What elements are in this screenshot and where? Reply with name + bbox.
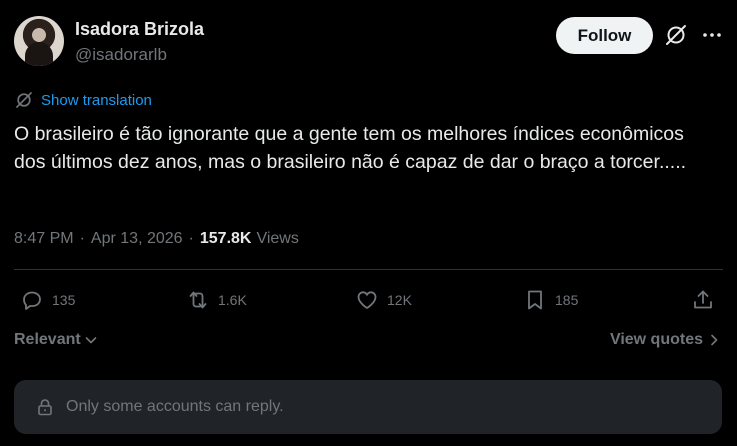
action-bar: 135 1.6K 12K 185 — [14, 286, 719, 314]
show-translation-link[interactable]: Show translation — [14, 89, 152, 111]
reply-restriction-notice: Only some accounts can reply. — [14, 380, 722, 434]
share-button[interactable] — [691, 286, 723, 314]
repost-button[interactable]: 1.6K — [186, 286, 247, 314]
follow-button[interactable]: Follow — [556, 17, 653, 54]
bookmark-button[interactable]: 185 — [523, 286, 578, 314]
avatar[interactable] — [14, 16, 64, 66]
tweet-text: O brasileiro é tão ignorante que a gente… — [14, 123, 687, 173]
chevron-right-icon — [711, 334, 718, 346]
views-count: 157.8K — [199, 230, 252, 247]
repost-icon — [189, 291, 207, 309]
views-label: Views — [256, 230, 299, 247]
share-icon — [694, 290, 712, 309]
view-quotes-link[interactable]: View quotes — [610, 328, 721, 352]
meta-separator: · — [79, 230, 85, 247]
bookmark-count: 185 — [555, 292, 579, 308]
grok-icon — [16, 92, 32, 108]
bookmark-icon — [528, 290, 542, 310]
sort-label: Relevant — [14, 331, 81, 348]
show-translation-label: Show translation — [41, 91, 152, 109]
chevron-down-icon — [85, 337, 97, 344]
tweet-header: Isadora Brizola @isadorarlb Follow — [14, 14, 723, 70]
repost-count: 1.6K — [218, 292, 247, 308]
tweet-time[interactable]: 8:47 PM — [14, 230, 74, 248]
author-name[interactable]: Isadora Brizola — [75, 19, 204, 40]
lock-icon — [38, 399, 52, 416]
like-count: 12K — [387, 292, 412, 308]
sort-replies-dropdown[interactable]: Relevant — [14, 328, 98, 352]
tweet-meta: 8:47 PM · Apr 13, 2026 · 157.8K Views — [14, 228, 299, 250]
heart-icon — [357, 291, 377, 309]
reply-icon — [23, 291, 41, 310]
view-quotes-label: View quotes — [609, 331, 703, 348]
author-handle[interactable]: @isadorarlb — [75, 45, 167, 65]
reply-button[interactable]: 135 — [20, 286, 75, 314]
divider — [14, 269, 723, 270]
more-icon[interactable] — [700, 23, 724, 47]
tweet-date[interactable]: Apr 13, 2026 — [91, 230, 183, 248]
like-button[interactable]: 12K — [355, 286, 412, 314]
grok-icon[interactable] — [664, 23, 688, 47]
restriction-text: Only some accounts can reply. — [66, 398, 284, 415]
reply-count: 135 — [52, 292, 76, 308]
meta-separator: · — [188, 230, 194, 247]
